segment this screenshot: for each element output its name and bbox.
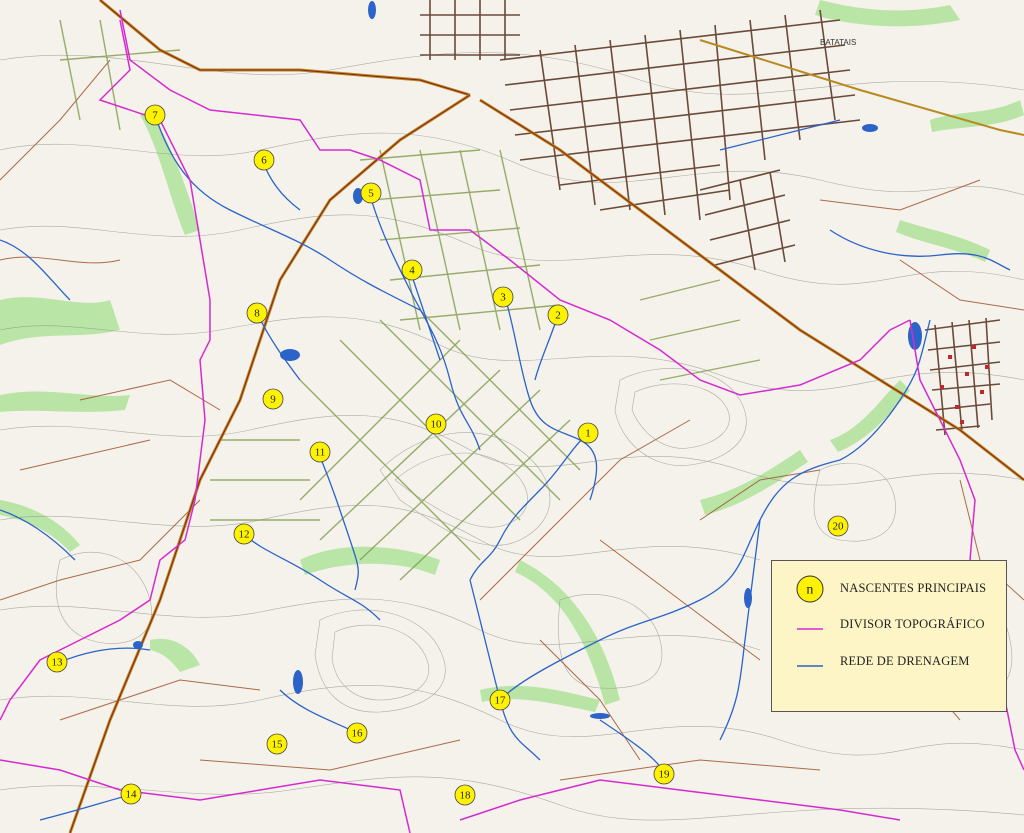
spring-marker-16: 16 — [346, 722, 368, 744]
spring-marker-label: 11 — [315, 447, 326, 459]
spring-marker-label: 3 — [500, 292, 506, 304]
spring-marker-18: 18 — [454, 784, 476, 806]
spring-marker-label: 7 — [152, 110, 158, 122]
spring-marker-7: 7 — [144, 104, 166, 126]
spring-marker-3: 3 — [492, 286, 514, 308]
spring-marker-12: 12 — [233, 523, 255, 545]
legend-springs-label: NASCENTES PRINCIPAIS — [840, 581, 987, 595]
spring-marker-4: 4 — [401, 259, 423, 281]
spring-marker-label: 17 — [495, 695, 507, 707]
spring-marker-5: 5 — [360, 182, 382, 204]
spring-marker-label: 12 — [239, 529, 250, 541]
spring-marker-1: 1 — [577, 422, 599, 444]
spring-marker-label: 18 — [460, 790, 472, 802]
spring-marker-9: 9 — [262, 388, 284, 410]
legend-drainage-line — [797, 665, 823, 667]
legend-drainage-label: REDE DE DRENAGEM — [840, 654, 970, 668]
spring-marker-label: 15 — [272, 739, 284, 751]
spring-marker-11: 11 — [309, 441, 331, 463]
spring-marker-label: 10 — [431, 419, 443, 431]
spring-marker-label: 16 — [352, 728, 364, 740]
legend-row-divide: DIVISOR TOPOGRÁFICO — [772, 616, 1006, 636]
spring-marker-15: 15 — [266, 733, 288, 755]
town-label: BATATAIS — [820, 38, 856, 47]
spring-marker-label: 9 — [270, 394, 276, 406]
spring-marker-label: 8 — [254, 308, 260, 320]
legend-row-drainage: REDE DE DRENAGEM — [772, 654, 1006, 675]
map-legend: n NASCENTES PRINCIPAIS DIVISOR TOPOGRÁFI… — [771, 560, 1007, 712]
spring-marker-label: 2 — [555, 310, 561, 322]
spring-marker-label: 20 — [833, 521, 845, 533]
spring-marker-label: 14 — [126, 789, 138, 801]
spring-marker-10: 10 — [425, 413, 447, 435]
spring-marker-2: 2 — [547, 304, 569, 326]
spring-marker-label: 5 — [368, 188, 374, 200]
spring-marker-14: 14 — [120, 783, 142, 805]
legend-divide-line — [797, 628, 823, 630]
spring-marker-label: 4 — [409, 265, 415, 277]
spring-marker-20: 20 — [827, 515, 849, 537]
spring-marker-6: 6 — [253, 149, 275, 171]
spring-marker-17: 17 — [489, 689, 511, 711]
spring-marker-label: 19 — [659, 769, 671, 781]
spring-marker-label: 1 — [585, 428, 591, 440]
spring-marker-label: 6 — [261, 155, 267, 167]
spring-marker-8: 8 — [246, 302, 268, 324]
legend-divide-label: DIVISOR TOPOGRÁFICO — [840, 617, 985, 631]
spring-marker-label: 13 — [52, 657, 64, 669]
legend-spring-symbol-label: n — [806, 583, 813, 598]
legend-spring-symbol: n — [796, 575, 824, 603]
spring-marker-13: 13 — [46, 651, 68, 673]
legend-row-springs: n NASCENTES PRINCIPAIS — [772, 574, 1006, 604]
spring-marker-19: 19 — [653, 763, 675, 785]
